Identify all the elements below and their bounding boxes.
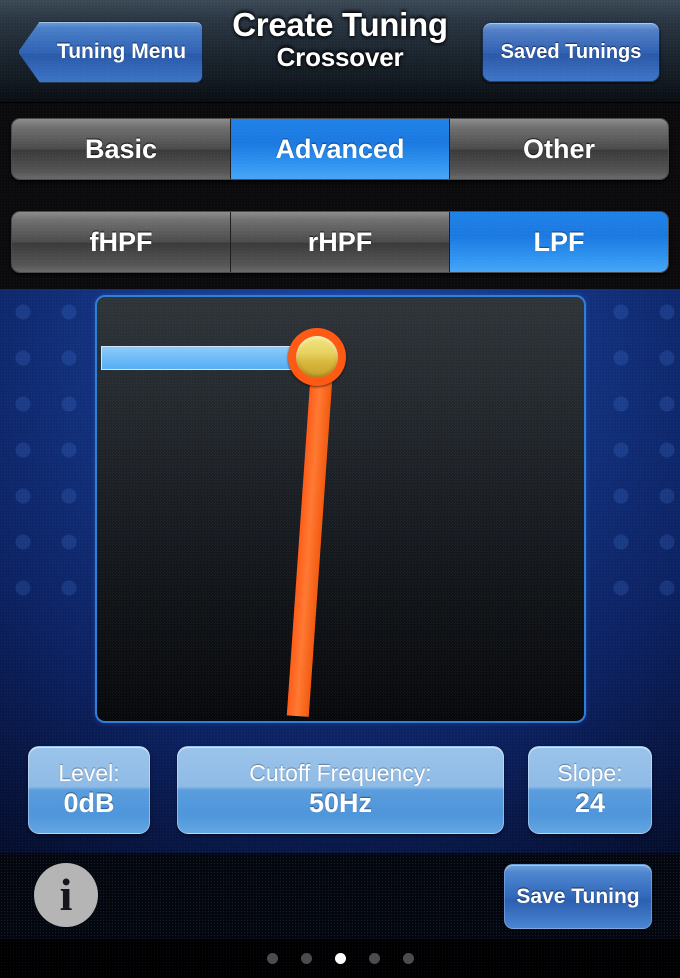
page-dot-2[interactable] <box>300 953 312 964</box>
content-area: Level: 0dB Cutoff Frequency: 50Hz Slope:… <box>0 289 680 978</box>
page-indicator[interactable] <box>0 939 680 978</box>
navigation-bar: Tuning Menu Create Tuning Crossover Save… <box>0 0 680 103</box>
tab-rhpf-label: rHPF <box>307 226 373 257</box>
cutoff-frequency-button[interactable]: Cutoff Frequency: 50Hz <box>177 746 504 834</box>
segmented-control-mode[interactable]: Basic Advanced Other <box>11 118 669 180</box>
slope-label: Slope: <box>557 760 623 786</box>
parameter-buttons-row: Level: 0dB Cutoff Frequency: 50Hz Slope:… <box>0 746 680 840</box>
segmented-control-filter-container: fHPF rHPF LPF <box>0 193 680 289</box>
saved-tunings-label: Saved Tunings <box>500 40 642 63</box>
tab-fhpf[interactable]: fHPF <box>12 212 231 272</box>
tab-advanced[interactable]: Advanced <box>231 119 450 179</box>
page-dot-3[interactable] <box>334 953 346 964</box>
roll-off-slope-line <box>286 354 334 717</box>
tab-lpf[interactable]: LPF <box>450 212 668 272</box>
level-value: 0dB <box>63 788 115 819</box>
save-tuning-label: Save Tuning <box>516 884 640 908</box>
page-dot-5[interactable] <box>402 953 414 964</box>
cutoff-frequency-value: 50Hz <box>308 788 373 819</box>
pass-band-bar <box>101 346 313 370</box>
back-button-label: Tuning Menu <box>56 40 187 63</box>
app-screen: Tuning Menu Create Tuning Crossover Save… <box>0 0 680 978</box>
level-label: Level: <box>58 760 120 786</box>
level-button[interactable]: Level: 0dB <box>28 746 150 834</box>
slope-button[interactable]: Slope: 24 <box>528 746 652 834</box>
tab-basic-label: Basic <box>84 133 158 164</box>
save-tuning-button[interactable]: Save Tuning <box>504 864 652 929</box>
tab-advanced-label: Advanced <box>275 133 405 164</box>
tab-basic[interactable]: Basic <box>12 119 231 179</box>
info-icon[interactable]: i <box>34 863 98 927</box>
crossover-graph-panel[interactable] <box>95 295 586 723</box>
cutoff-frequency-label: Cutoff Frequency: <box>249 760 432 786</box>
info-icon-glyph: i <box>59 869 73 920</box>
slope-value: 24 <box>574 788 606 819</box>
back-button-tuning-menu[interactable]: Tuning Menu <box>18 21 203 83</box>
segmented-control-filter[interactable]: fHPF rHPF LPF <box>11 211 669 273</box>
tab-other-label: Other <box>522 133 595 164</box>
cutoff-frequency-handle[interactable] <box>288 328 346 386</box>
segmented-control-mode-container: Basic Advanced Other <box>0 103 680 193</box>
tab-other[interactable]: Other <box>450 119 668 179</box>
saved-tunings-button[interactable]: Saved Tunings <box>482 22 660 82</box>
tab-rhpf[interactable]: rHPF <box>231 212 450 272</box>
bottom-toolbar: i Save Tuning <box>0 853 680 939</box>
tab-fhpf-label: fHPF <box>89 226 153 257</box>
tab-lpf-label: LPF <box>533 226 585 257</box>
page-dot-4[interactable] <box>368 953 380 964</box>
handle-face <box>296 336 338 378</box>
page-dot-1[interactable] <box>266 953 278 964</box>
